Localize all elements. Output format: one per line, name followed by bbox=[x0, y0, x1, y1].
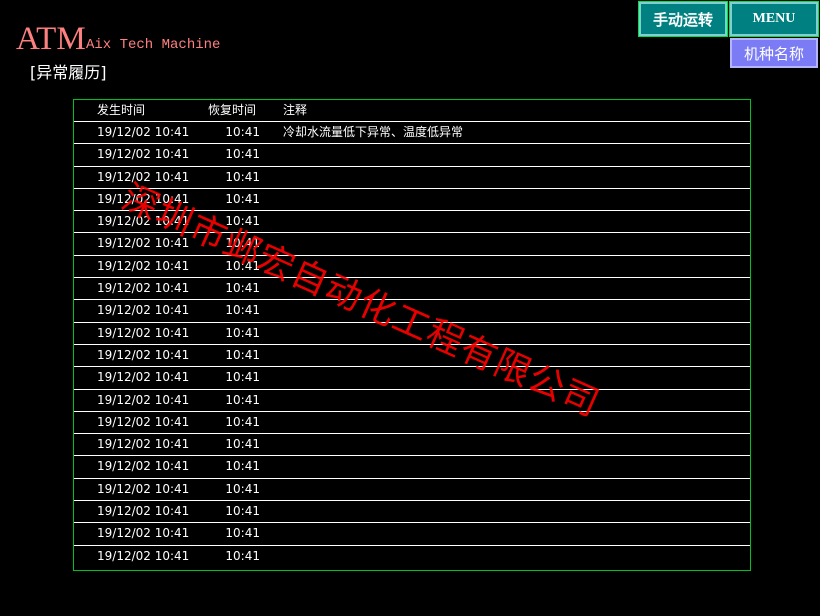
table-row[interactable]: 19/12/02 10:41 10:41 bbox=[74, 144, 750, 167]
recovered-time-cell: 10:41 bbox=[225, 437, 260, 452]
recovered-time-cell: 10:41 bbox=[225, 303, 260, 318]
table-row[interactable]: 19/12/02 10:41 10:41 bbox=[74, 323, 750, 345]
atm-logo: ATM bbox=[16, 21, 86, 57]
occurred-time-cell: 19/12/02 10:41 bbox=[97, 125, 190, 139]
header-occurred-time: 发生时间 bbox=[97, 103, 146, 117]
header-note: 注释 bbox=[283, 103, 308, 117]
model-name-button[interactable]: 机种名称 bbox=[730, 38, 818, 68]
table-row[interactable]: 19/12/02 10:41 10:41 bbox=[74, 523, 750, 546]
page-title: [异常履历] bbox=[30, 63, 107, 82]
occurred-time-cell: 19/12/02 10:41 bbox=[97, 281, 190, 296]
header-recovered-time: 恢复时间 bbox=[208, 103, 257, 117]
occurred-time-cell: 19/12/02 10:41 bbox=[97, 325, 190, 340]
occurred-time-cell: 19/12/02 10:41 bbox=[97, 548, 190, 563]
recovered-time-cell: 10:41 bbox=[225, 459, 260, 474]
recovered-time-cell: 10:41 bbox=[225, 325, 260, 340]
occurred-time-cell: 19/12/02 10:41 bbox=[97, 169, 190, 184]
recovered-time-cell: 10:41 bbox=[225, 258, 260, 273]
recovered-time-cell: 10:41 bbox=[225, 281, 260, 296]
table-body: 19/12/02 10:41 10:41 冷却水流量低下异常、温度低异常 19/12/… bbox=[74, 122, 750, 568]
table-header: 发生时间 恢复时间 注释 bbox=[74, 100, 750, 122]
table-row[interactable]: 19/12/02 10:41 10:41 bbox=[74, 479, 750, 502]
table-row[interactable]: 19/12/02 10:41 10:41 bbox=[74, 390, 750, 412]
occurred-time-cell: 19/12/02 10:41 bbox=[97, 414, 190, 429]
recovered-time-cell: 10:41 bbox=[225, 236, 260, 251]
table-row[interactable]: 19/12/02 10:41 10:41 bbox=[74, 278, 750, 301]
recovered-time-cell: 10:41 bbox=[225, 147, 260, 162]
table-row[interactable]: 19/12/02 10:41 10:41 bbox=[74, 412, 750, 435]
occurred-time-cell: 19/12/02 10:41 bbox=[97, 526, 190, 541]
table-row[interactable]: 19/12/02 10:41 10:41 bbox=[74, 233, 750, 256]
brand-subtitle: Aix Tech Machine bbox=[86, 37, 221, 53]
recovered-time-cell: 10:41 bbox=[225, 191, 260, 206]
menu-button[interactable]: MENU bbox=[729, 1, 819, 37]
occurred-time-cell: 19/12/02 10:41 bbox=[97, 214, 190, 229]
occurred-time-cell: 19/12/02 10:41 bbox=[97, 236, 190, 251]
occurred-time-cell: 19/12/02 10:41 bbox=[97, 392, 190, 407]
table-row[interactable]: 19/12/02 10:41 10:41 bbox=[74, 211, 750, 234]
recovered-time-cell: 10:41 bbox=[225, 169, 260, 184]
table-row[interactable]: 19/12/02 10:41 10:41 bbox=[74, 434, 750, 457]
recovered-time-cell: 10:41 bbox=[225, 504, 260, 519]
recovered-time-cell: 10:41 bbox=[225, 125, 260, 139]
manual-operation-button[interactable]: 手动运转 bbox=[638, 1, 728, 37]
recovered-time-cell: 10:41 bbox=[225, 526, 260, 541]
occurred-time-cell: 19/12/02 10:41 bbox=[97, 191, 190, 206]
recovered-time-cell: 10:41 bbox=[225, 392, 260, 407]
recovered-time-cell: 10:41 bbox=[225, 481, 260, 496]
occurred-time-cell: 19/12/02 10:41 bbox=[97, 459, 190, 474]
occurred-time-cell: 19/12/02 10:41 bbox=[97, 258, 190, 273]
recovered-time-cell: 10:41 bbox=[225, 548, 260, 563]
occurred-time-cell: 19/12/02 10:41 bbox=[97, 347, 190, 362]
table-row[interactable]: 19/12/02 10:41 10:41 bbox=[74, 256, 750, 279]
recovered-time-cell: 10:41 bbox=[225, 370, 260, 385]
table-row[interactable]: 19/12/02 10:41 10:41 bbox=[74, 367, 750, 390]
note-cell: 冷却水流量低下异常、温度低异常 bbox=[283, 125, 464, 139]
recovered-time-cell: 10:41 bbox=[225, 414, 260, 429]
table-row[interactable]: 19/12/02 10:41 10:41 bbox=[74, 456, 750, 479]
occurred-time-cell: 19/12/02 10:41 bbox=[97, 437, 190, 452]
occurred-time-cell: 19/12/02 10:41 bbox=[97, 504, 190, 519]
occurred-time-cell: 19/12/02 10:41 bbox=[97, 370, 190, 385]
table-row[interactable]: 19/12/02 10:41 10:41 bbox=[74, 546, 750, 568]
table-row[interactable]: 19/12/02 10:41 10:41 bbox=[74, 167, 750, 189]
alarm-history-table: 发生时间 恢复时间 注释 19/12/02 10:41 10:41 冷却水流量低下异… bbox=[73, 99, 751, 571]
table-row[interactable]: 19/12/02 10:41 10:41 bbox=[74, 189, 750, 212]
occurred-time-cell: 19/12/02 10:41 bbox=[97, 481, 190, 496]
recovered-time-cell: 10:41 bbox=[225, 347, 260, 362]
table-row[interactable]: 19/12/02 10:41 10:41 bbox=[74, 501, 750, 524]
table-row[interactable]: 19/12/02 10:41 10:41 冷却水流量低下异常、温度低异常 bbox=[74, 122, 750, 145]
table-row[interactable]: 19/12/02 10:41 10:41 bbox=[74, 300, 750, 323]
recovered-time-cell: 10:41 bbox=[225, 214, 260, 229]
occurred-time-cell: 19/12/02 10:41 bbox=[97, 147, 190, 162]
table-row[interactable]: 19/12/02 10:41 10:41 bbox=[74, 345, 750, 368]
occurred-time-cell: 19/12/02 10:41 bbox=[97, 303, 190, 318]
